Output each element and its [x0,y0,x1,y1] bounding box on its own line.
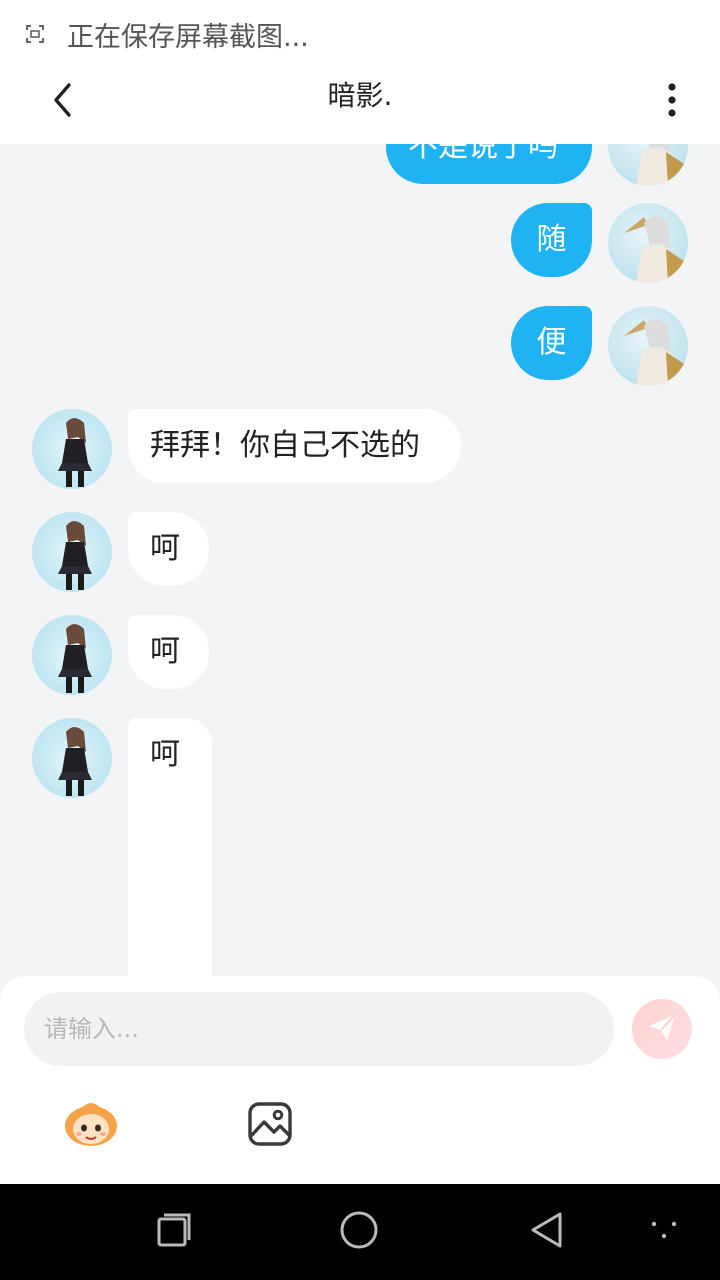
nav-back-button[interactable] [522,1208,570,1256]
avatar[interactable] [32,409,112,489]
message-bubble[interactable]: 呵 [128,512,209,586]
avatar[interactable] [608,203,688,283]
back-triangle-icon [528,1210,564,1254]
home-icon [339,1210,379,1254]
message-row: 随 [0,203,720,283]
send-icon [646,1011,678,1047]
message-row: 不是说了吗 [0,144,720,190]
message-row: 便 [0,306,720,386]
message-row: 呵 [0,718,720,976]
assist-dots-icon [649,1218,679,1246]
avatar[interactable] [608,306,688,386]
avatar[interactable] [32,615,112,695]
recents-icon [156,1212,192,1252]
message-bubble[interactable]: 不是说了吗 [386,144,592,184]
message-bubble[interactable]: 呵 [128,615,209,689]
emoji-button[interactable] [60,1096,122,1150]
chat-messages[interactable]: 不是说了吗 随 便 拜拜！你自己不选的 呵 呵 呵 [0,144,720,976]
image-button[interactable] [246,1100,294,1148]
message-row: 拜拜！你自己不选的 [0,409,720,489]
assist-button[interactable] [640,1208,688,1256]
status-bar: 正在保存屏幕截图... [0,0,720,68]
input-panel [0,976,720,1184]
avatar[interactable] [608,144,688,186]
message-row: 呵 [0,512,720,592]
more-vertical-icon [667,82,677,122]
screenshot-icon [25,24,45,44]
message-row: 呵 [0,615,720,695]
avatar[interactable] [32,512,112,592]
image-icon [246,1102,294,1152]
message-input[interactable] [24,992,614,1066]
chat-title: 暗影. [327,79,393,112]
message-bubble[interactable]: 呵 [128,718,212,976]
message-bubble[interactable]: 便 [511,306,592,380]
message-bubble[interactable]: 随 [511,203,592,277]
send-button[interactable] [632,999,692,1059]
home-button[interactable] [335,1208,383,1256]
more-options-button[interactable] [652,74,692,130]
status-text: 正在保存屏幕截图... [67,21,309,53]
recents-button[interactable] [150,1208,198,1256]
avatar[interactable] [32,718,112,798]
system-nav-bar [0,1184,720,1280]
message-bubble[interactable]: 拜拜！你自己不选的 [128,409,461,483]
chat-header: 暗影. [0,68,720,144]
emoji-sticker-icon [60,1103,122,1154]
